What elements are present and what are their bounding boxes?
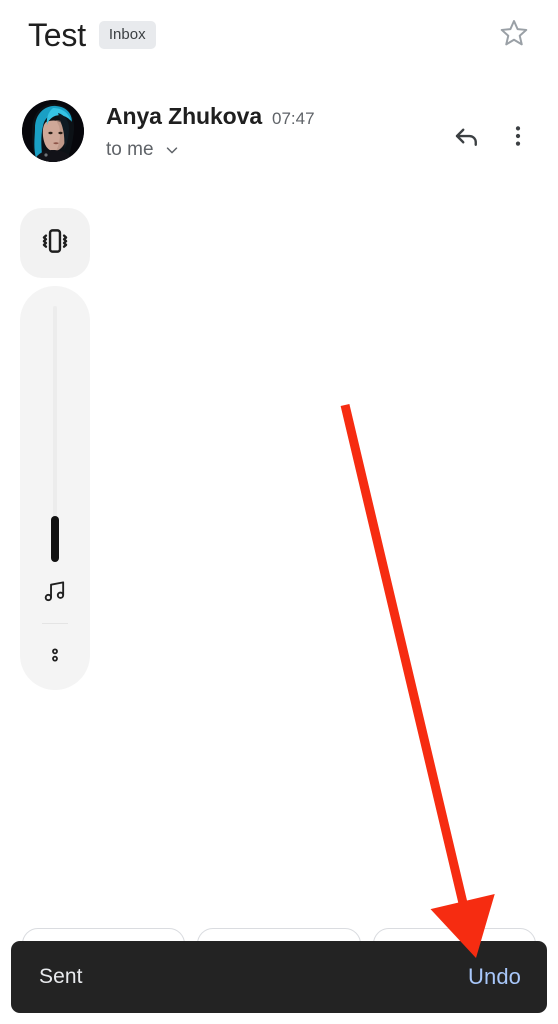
ringer-mode-vibrate-button[interactable]	[20, 208, 90, 278]
snackbar: Sent Undo	[11, 941, 547, 1013]
page-title: Test	[28, 17, 86, 53]
phone-vibrate-icon	[38, 224, 72, 263]
recipient-label: to me	[106, 139, 154, 160]
recipient-row[interactable]: to me	[106, 139, 315, 161]
reply-arrow-icon	[452, 121, 482, 156]
message-header: Anya Zhukova 07:47 to me	[0, 95, 558, 185]
avatar-image	[22, 100, 84, 162]
volume-settings-button[interactable]	[20, 634, 90, 680]
sender-name[interactable]: Anya Zhukova	[106, 103, 262, 130]
chevron-down-icon[interactable]	[163, 141, 181, 159]
avatar[interactable]	[22, 100, 84, 162]
volume-panel	[20, 286, 90, 690]
snackbar-message: Sent	[39, 965, 83, 988]
more-options-icon	[44, 644, 66, 671]
star-outline-icon	[498, 17, 530, 54]
undo-button[interactable]: Undo	[468, 964, 521, 990]
music-note-icon	[41, 577, 69, 610]
subject-header: Test Inbox	[0, 0, 558, 70]
sender-info: Anya Zhukova 07:47 to me	[106, 95, 315, 161]
message-actions	[444, 95, 538, 161]
more-options-button[interactable]	[498, 115, 538, 161]
kebab-menu-icon	[505, 123, 531, 154]
panel-divider	[42, 623, 68, 624]
star-button[interactable]	[492, 13, 536, 57]
label-chip-inbox[interactable]: Inbox	[98, 21, 156, 49]
media-volume-slider[interactable]	[51, 306, 59, 562]
reply-button[interactable]	[444, 115, 490, 161]
media-stream-button[interactable]	[20, 570, 90, 616]
slider-fill	[51, 515, 59, 562]
message-timestamp: 07:47	[272, 109, 315, 128]
